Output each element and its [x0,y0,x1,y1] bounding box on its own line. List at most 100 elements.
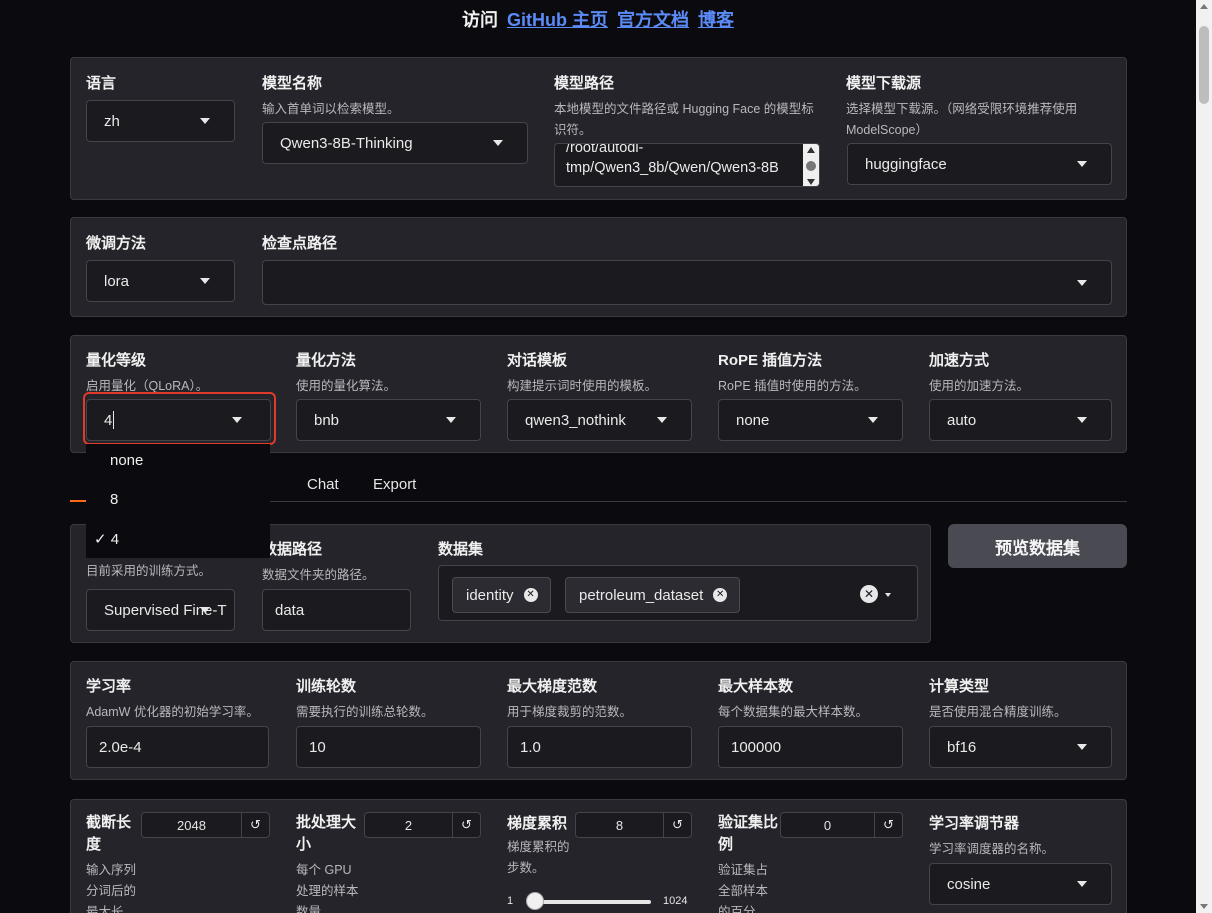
page-header: 访问 GitHub 主页 官方文档 博客 [0,0,1196,34]
scroll-up-icon[interactable] [807,147,815,153]
quant-method-field: 量化方法 使用的量化算法。 [296,349,396,397]
model-name-select[interactable]: Qwen3-8B-Thinking [262,122,528,164]
reset-icon[interactable]: ↺ [663,813,691,837]
chevron-down-icon [1077,744,1087,750]
chevron-down-icon[interactable] [885,593,891,597]
lr-scheduler-select[interactable]: cosine [929,863,1112,905]
booster-select[interactable]: auto [929,399,1112,441]
compute-type-label: 计算类型 [929,678,990,695]
chevron-down-icon [446,417,456,423]
batch-value: 2 [404,817,413,833]
chevron-down-icon [1077,881,1087,887]
dropdown-option-8[interactable]: 8 [110,491,118,508]
template-label: 对话模板 [507,352,568,369]
reset-icon[interactable]: ↺ [452,813,480,837]
quant-method-value: bnb [314,411,340,429]
dataset-tag[interactable]: petroleum_dataset ✕ [565,577,741,613]
cutoff-desc-line3: 最大长 [86,905,124,913]
remove-tag-icon[interactable]: ✕ [713,588,728,602]
blog-link[interactable]: 博客 [698,10,734,30]
lr-scheduler-desc: 学习率调度器的名称。 [929,842,1055,856]
tab-chat[interactable]: Chat [307,476,339,493]
params-panel: 截断长度 输入序列 分词后的 最大长 2048 ↺ 批处理大小 每个 GPU 处理的样… [70,799,1127,913]
template-select[interactable]: qwen3_nothink [507,399,692,441]
checkpoint-field: 检查点路径 [262,232,337,253]
dataset-tag[interactable]: identity ✕ [452,577,551,613]
model-path-line1: /root/autodl- [566,143,644,156]
max-grad-norm-label: 最大梯度范数 [507,678,598,695]
finetune-method-select[interactable]: lora [86,260,235,302]
language-select[interactable]: zh [86,100,235,142]
rope-select[interactable]: none [718,399,903,441]
scroll-up-icon[interactable] [1200,4,1208,9]
scroll-thumb[interactable] [806,161,816,171]
compute-type-field: 计算类型 是否使用混合精度训练。 [929,675,1067,723]
dropdown-option-4[interactable]: ✓ 4 [94,530,119,548]
batch-label-line1: 批处理大 [296,814,357,831]
grad-accum-slider-track[interactable] [527,900,651,904]
quant-method-desc: 使用的量化算法。 [296,379,397,393]
scroll-down-icon[interactable] [807,179,815,185]
text-cursor [113,411,115,429]
epochs-input[interactable]: 10 [296,726,481,768]
val-size-field: 验证集比例 验证集占 全部样本 的百分 [718,812,783,913]
reset-icon[interactable]: ↺ [874,813,902,837]
download-source-desc: 选择模型下载源。（网络受限环境推荐使用 ModelScope） [846,102,1078,137]
val-desc-line1: 验证集占 [718,863,769,877]
max-grad-norm-input[interactable]: 1.0 [507,726,692,768]
model-path-desc: 本地模型的文件路径或 Hugging Face 的模型标识符。 [554,102,814,137]
github-link[interactable]: GitHub 主页 [507,10,608,30]
dataset-dir-value: data [275,601,305,619]
scroll-down-icon[interactable] [1200,904,1208,909]
checkpoint-select[interactable] [262,260,1112,305]
batch-desc-line3: 数量。 [296,905,334,913]
quant-bit-label: 量化等级 [86,352,147,369]
compute-type-select[interactable]: bf16 [929,726,1112,768]
textarea-scrollbar[interactable] [803,144,819,186]
template-desc: 构建提示词时使用的模板。 [507,379,658,393]
grad-accum-slider-knob[interactable] [525,892,544,910]
reset-icon[interactable]: ↺ [241,813,269,837]
language-value: zh [104,112,120,130]
epochs-field: 训练轮数 需要执行的训练总轮数。 [296,675,434,723]
chevron-down-icon [657,417,667,423]
stage-select[interactable]: Supervised Fine-T [86,589,235,631]
model-name-label: 模型名称 [262,75,323,92]
quant-bit-select[interactable]: 4 [86,399,271,441]
grad-accum-field: 梯度累积 梯度累积的步数。 [507,812,579,879]
dropdown-option-none[interactable]: none [110,452,143,469]
clear-all-icon[interactable]: ✕ [860,585,878,603]
dataset-dir-field: 数据路径 数据文件夹的路径。 [262,538,375,586]
lr-label: 学习率 [86,678,132,695]
val-size-number-input[interactable]: 0 ↺ [780,812,903,838]
cutoff-number-input[interactable]: 2048 ↺ [141,812,270,838]
model-path-textarea[interactable]: /root/autodl- tmp/Qwen3_8b/Qwen/Qwen3-8B [554,143,820,187]
lr-desc: AdamW 优化器的初始学习率。 [86,705,259,719]
model-path-line2: tmp/Qwen3_8b/Qwen/Qwen3-8B [566,160,779,176]
lr-input[interactable]: 2.0e-4 [86,726,269,768]
grad-accum-label: 梯度累积 [507,815,568,832]
preview-dataset-button[interactable]: 预览数据集 [948,524,1127,568]
grad-accum-desc-line2: 步数。 [507,861,545,875]
dataset-multiselect[interactable]: identity ✕ petroleum_dataset ✕ ✕ [438,565,918,621]
quant-method-select[interactable]: bnb [296,399,481,441]
grad-accum-number-input[interactable]: 8 ↺ [575,812,692,838]
docs-link[interactable]: 官方文档 [617,10,689,30]
batch-size-number-input[interactable]: 2 ↺ [364,812,481,838]
val-size-value: 0 [823,817,832,833]
chevron-down-icon [1077,279,1087,286]
cutoff-desc-line1: 输入序列 [86,863,137,877]
cutoff-label-line1: 截断长 [86,814,132,831]
dataset-tag-label: identity [466,586,514,604]
batch-desc-line1: 每个 GPU [296,863,352,877]
max-samples-input[interactable]: 100000 [718,726,903,768]
val-label-line1: 验证集比 [718,814,779,831]
cutoff-desc-line2: 分词后的 [86,884,137,898]
page-scroll-thumb[interactable] [1199,26,1209,104]
remove-tag-icon[interactable]: ✕ [523,588,538,602]
download-source-select[interactable]: huggingface [847,143,1112,185]
dataset-dir-input[interactable]: data [262,589,411,631]
page-scrollbar[interactable] [1196,0,1212,913]
grad-accum-desc-line1: 梯度累积的 [507,840,570,854]
tab-export[interactable]: Export [373,476,416,493]
